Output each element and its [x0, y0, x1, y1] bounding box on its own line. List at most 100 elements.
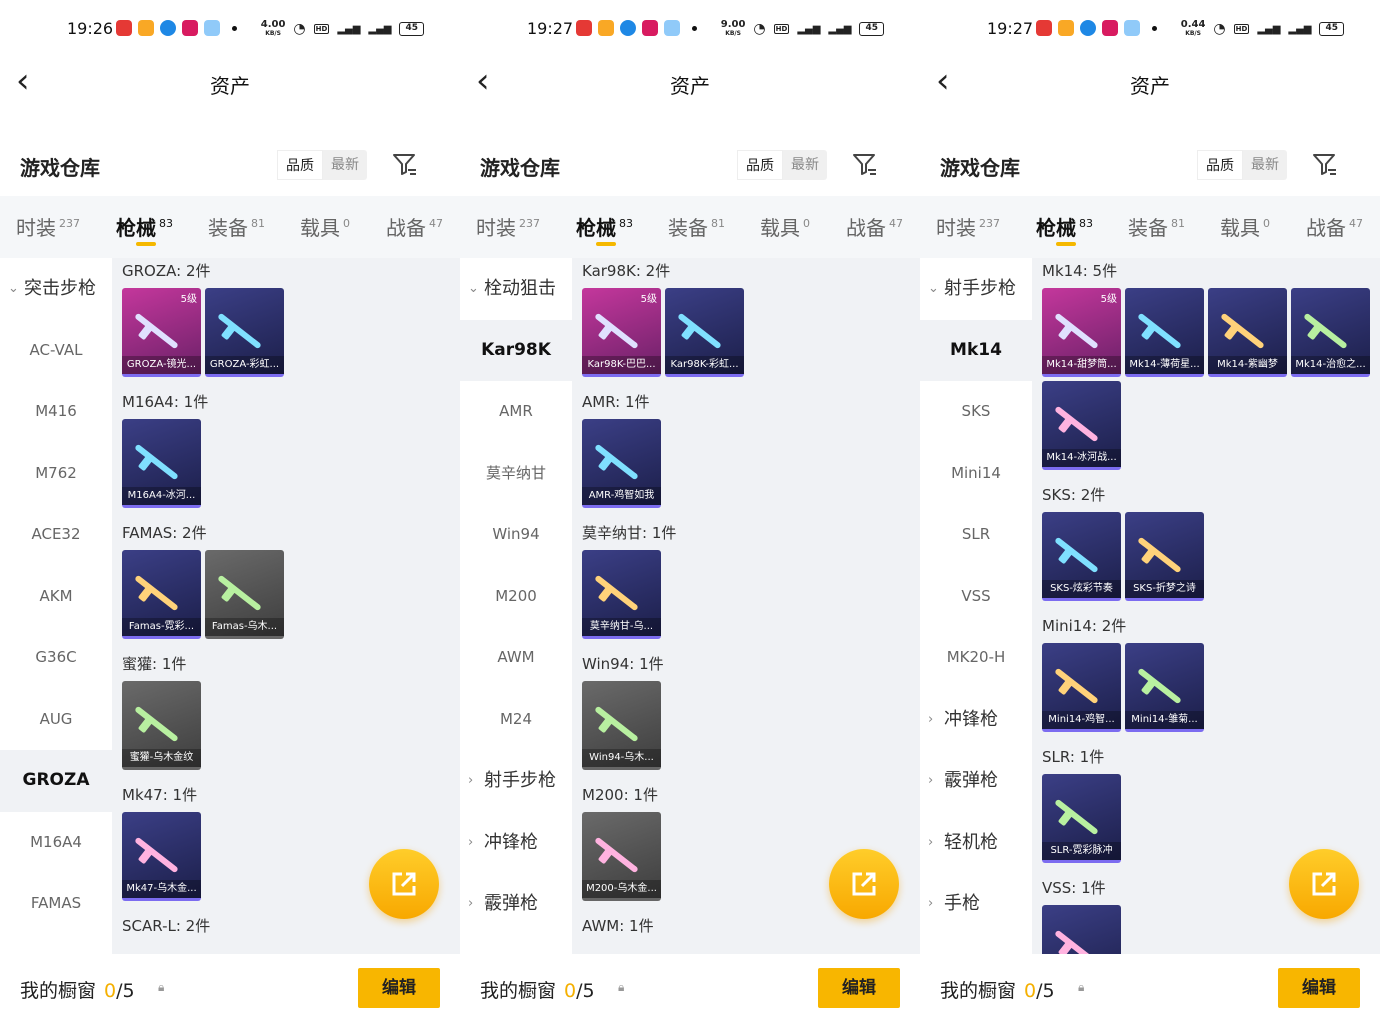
app-notification-icon [1102, 20, 1118, 36]
sort-newest-button[interactable]: 最新 [323, 150, 367, 180]
tab-0[interactable]: 时装 237 [16, 212, 80, 241]
sidebar-category[interactable]: › 手枪 [920, 873, 1032, 935]
sidebar-item[interactable]: AWM [460, 627, 572, 689]
skin-card[interactable]: SLR-霓彩脉冲 [1042, 774, 1121, 863]
tab-4[interactable]: 战备 47 [1306, 212, 1363, 241]
skin-card[interactable]: SKS-折梦之诗 [1125, 512, 1204, 601]
sidebar-item[interactable]: M416 [0, 381, 112, 443]
share-icon [392, 872, 416, 896]
sidebar-item[interactable]: Mini14 [920, 443, 1032, 505]
skin-card[interactable]: M16A4-冰河... [122, 419, 201, 508]
sidebar-item[interactable]: M24 [460, 689, 572, 751]
skin-card[interactable]: Mk14-治愈之... [1291, 288, 1370, 377]
tab-0[interactable]: 时装 237 [476, 212, 540, 241]
sort-newest-button[interactable]: 最新 [1243, 150, 1287, 180]
sidebar-category[interactable]: › 霰弹枪 [920, 750, 1032, 812]
sidebar-item[interactable]: G36C [0, 627, 112, 689]
gun-skin-image [1137, 667, 1182, 705]
sidebar-category[interactable]: › 冲锋枪 [460, 812, 572, 874]
skin-card[interactable]: SKS-炫彩节奏 [1042, 512, 1121, 601]
sidebar-item[interactable]: Kar98K [460, 319, 572, 381]
filter-icon[interactable] [392, 152, 418, 184]
filter-icon[interactable] [852, 152, 878, 184]
sidebar-item[interactable]: Mk14 [920, 319, 1032, 381]
tab-2[interactable]: 装备 81 [1128, 212, 1185, 241]
skin-card[interactable]: 5级 Mk14-甜梦筒... [1042, 288, 1121, 377]
skin-card[interactable]: Famas-乌木... [205, 550, 284, 639]
sidebar-item[interactable]: AUG [0, 689, 112, 751]
tab-count: 47 [429, 217, 443, 231]
edit-button[interactable]: 编辑 [818, 968, 900, 1008]
sidebar-item[interactable]: AC-VAL [0, 320, 112, 382]
tab-1[interactable]: 枪械 83 [116, 212, 173, 246]
skin-card[interactable]: 5级 Kar98K-巴巴... [582, 288, 661, 377]
sort-quality-button[interactable]: 品质 [277, 150, 323, 180]
skin-card[interactable]: Mk14-冰河战... [1042, 381, 1121, 470]
tab-3[interactable]: 载具 0 [760, 212, 810, 241]
edit-button[interactable]: 编辑 [1278, 968, 1360, 1008]
tab-1[interactable]: 枪械 83 [1036, 212, 1093, 246]
sidebar-category[interactable]: ⌄ 射手步枪 [920, 258, 1032, 320]
skin-card[interactable]: Mini14-雏菊... [1125, 643, 1204, 732]
skin-level: 5级 [640, 294, 657, 305]
showcase-title: 我的橱窗 [20, 980, 97, 1002]
skin-card[interactable]: GROZA-彩虹... [205, 288, 284, 377]
filter-icon[interactable] [1312, 152, 1338, 184]
sidebar-category[interactable]: › 射手步枪 [460, 750, 572, 812]
sidebar-category[interactable]: › 霰弹枪 [460, 873, 572, 935]
sidebar-category[interactable]: ⌄ 突击步枪 [0, 258, 112, 320]
sort-quality-button[interactable]: 品质 [737, 150, 783, 180]
sidebar-item[interactable]: FAMAS [0, 873, 112, 935]
sidebar-item[interactable]: M16A4 [0, 812, 112, 874]
sidebar-item[interactable]: M762 [0, 443, 112, 505]
skin-card[interactable]: Win94-乌木... [582, 681, 661, 770]
share-button[interactable] [1289, 849, 1359, 919]
sidebar-item[interactable]: AMR [460, 381, 572, 443]
skin-card[interactable]: Famas-霓彩... [122, 550, 201, 639]
skin-name: Mk47-乌木金... [122, 880, 201, 898]
sidebar-category[interactable]: › 冲锋枪 [920, 689, 1032, 751]
skin-card[interactable]: Mk14-薄荷星... [1125, 288, 1204, 377]
sidebar-item[interactable]: VSS [920, 566, 1032, 628]
tab-1[interactable]: 枪械 83 [576, 212, 633, 246]
tab-label: 时装 [476, 216, 516, 240]
skin-card[interactable]: Kar98K-彩虹... [665, 288, 744, 377]
sort-quality-button[interactable]: 品质 [1197, 150, 1243, 180]
tab-2[interactable]: 装备 81 [668, 212, 725, 241]
tab-2[interactable]: 装备 81 [208, 212, 265, 241]
sidebar-item[interactable]: M200 [460, 566, 572, 628]
sidebar-item[interactable]: Win94 [460, 504, 572, 566]
sidebar-category[interactable]: › 轻机枪 [920, 812, 1032, 874]
tab-0[interactable]: 时装 237 [936, 212, 1000, 241]
sort-newest-button[interactable]: 最新 [783, 150, 827, 180]
skin-card[interactable] [1042, 905, 1121, 954]
tab-3[interactable]: 载具 0 [1220, 212, 1270, 241]
skin-card[interactable]: M200-乌木金... [582, 812, 661, 901]
skin-card[interactable]: Mini14-鸡智... [1042, 643, 1121, 732]
sidebar-category[interactable]: ⌄ 栓动狙击 [460, 258, 572, 320]
weapon-group: Kar98K: 2件 5级 Kar98K-巴巴... Kar98K-彩虹... [582, 258, 920, 377]
tab-4[interactable]: 战备 47 [386, 212, 443, 241]
skin-card[interactable]: Mk14-紫幽梦 [1208, 288, 1287, 377]
sidebar-item[interactable]: MK20-H [920, 627, 1032, 689]
tab-count: 237 [59, 217, 80, 231]
category-tabs: 时装 237 枪械 83 装备 81 载具 0 战备 47 [460, 196, 920, 258]
sidebar-item[interactable]: SLR [920, 504, 1032, 566]
gun-skin-image [134, 574, 179, 612]
sidebar-item[interactable]: SKS [920, 381, 1032, 443]
share-button[interactable] [369, 849, 439, 919]
sidebar-item[interactable]: ACE32 [0, 504, 112, 566]
tab-3[interactable]: 载具 0 [300, 212, 350, 241]
sidebar-item[interactable]: GROZA [0, 750, 112, 812]
edit-button[interactable]: 编辑 [358, 968, 440, 1008]
skin-card[interactable]: 蜜獾-乌木金纹 [122, 681, 201, 770]
sidebar-item[interactable]: 莫辛纳甘 [460, 443, 572, 505]
sidebar-item[interactable]: AKM [0, 566, 112, 628]
tab-count: 47 [889, 217, 903, 231]
skin-card[interactable]: 5级 GROZA-镜光... [122, 288, 201, 377]
skin-card[interactable]: 莫辛纳甘-乌... [582, 550, 661, 639]
skin-card[interactable]: Mk47-乌木金... [122, 812, 201, 901]
share-button[interactable] [829, 849, 899, 919]
skin-card[interactable]: AMR-鸡智如我 [582, 419, 661, 508]
tab-4[interactable]: 战备 47 [846, 212, 903, 241]
